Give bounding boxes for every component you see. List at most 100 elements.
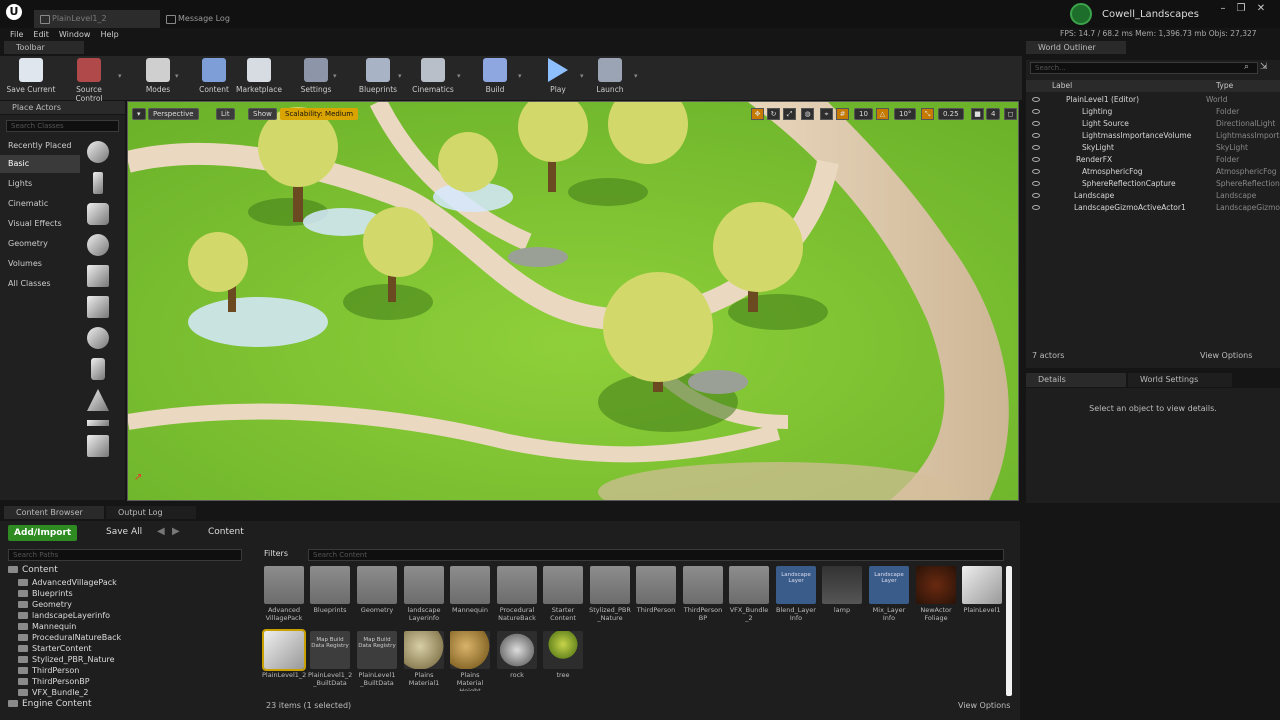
- tab-output-log[interactable]: Output Log: [106, 506, 196, 519]
- content-view-options[interactable]: View Options: [958, 701, 1010, 710]
- category-all-classes[interactable]: All Classes: [0, 275, 80, 293]
- menu-window[interactable]: Window: [59, 30, 91, 39]
- outliner-row[interactable]: RenderFX Folder: [1026, 154, 1280, 166]
- asset-tile-selected[interactable]: PlainLevel1_2: [262, 629, 306, 691]
- launch-button[interactable]: Launch: [583, 56, 637, 94]
- outliner-search-input[interactable]: Search...: [1030, 62, 1258, 74]
- viewport-options-icon[interactable]: ▾: [132, 108, 146, 120]
- tree-item[interactable]: ProceduralNatureBack: [4, 632, 249, 643]
- modes-dropdown-icon[interactable]: ▾: [175, 72, 179, 80]
- add-import-button[interactable]: Add/Import: [8, 525, 78, 541]
- asset-tile[interactable]: Procedural NatureBack: [495, 566, 539, 626]
- tree-item[interactable]: landscapeLayerinfo: [4, 610, 249, 621]
- category-volumes[interactable]: Volumes: [0, 255, 80, 273]
- category-visual-effects[interactable]: Visual Effects: [0, 215, 80, 233]
- pawn-actor-icon[interactable]: [87, 203, 109, 225]
- visibility-eye-icon[interactable]: [1032, 121, 1040, 126]
- lit-button[interactable]: Lit: [216, 108, 235, 120]
- box-trigger-icon[interactable]: [87, 435, 109, 457]
- maximize-button[interactable]: ❐: [1234, 3, 1248, 15]
- landscape-scene[interactable]: ↗: [128, 102, 1019, 501]
- tree-item[interactable]: ThirdPerson: [4, 665, 249, 676]
- minimize-button[interactable]: –: [1216, 3, 1230, 15]
- tree-item[interactable]: Stylized_PBR_Nature: [4, 654, 249, 665]
- close-button[interactable]: ✕: [1254, 3, 1268, 15]
- asset-tile[interactable]: Landscape Layer Mix_Layer Info: [867, 566, 911, 626]
- breadcrumb-content[interactable]: Content: [208, 527, 244, 537]
- search-content-input[interactable]: Search Content: [308, 549, 1004, 561]
- asset-tile[interactable]: lamp: [820, 566, 864, 626]
- tree-item[interactable]: Geometry: [4, 599, 249, 610]
- cinematics-dropdown-icon[interactable]: ▾: [457, 72, 461, 80]
- tree-item[interactable]: StarterContent: [4, 643, 249, 654]
- outliner-row[interactable]: Light Source DirectionalLight: [1026, 118, 1280, 130]
- source-control-dropdown-icon[interactable]: ▾: [118, 72, 122, 80]
- asset-tile[interactable]: Stylized_PBR _Nature: [588, 566, 632, 626]
- visibility-eye-icon[interactable]: [1032, 193, 1040, 198]
- visibility-eye-icon[interactable]: [1032, 169, 1040, 174]
- history-forward-icon[interactable]: ▶: [172, 526, 180, 537]
- visibility-eye-icon[interactable]: [1032, 97, 1040, 102]
- sphere-mesh-icon[interactable]: [87, 327, 109, 349]
- grid-size-value[interactable]: 10: [854, 108, 873, 120]
- asset-tile[interactable]: Plains Material Height: [448, 631, 492, 691]
- surface-snap-icon[interactable]: ⌖: [820, 108, 833, 120]
- category-lights[interactable]: Lights: [0, 175, 80, 193]
- asset-tile[interactable]: landscape Layerinfo: [402, 566, 446, 626]
- asset-tile[interactable]: ThirdPerson BP: [681, 566, 725, 626]
- sphere-actor-icon[interactable]: [87, 141, 109, 163]
- player-start-icon[interactable]: [87, 265, 109, 287]
- outliner-row[interactable]: AtmosphericFog AtmosphericFog: [1026, 166, 1280, 178]
- asset-tile[interactable]: Map Build Data Registry PlainLevel1 _Buil…: [355, 631, 399, 691]
- tab-level[interactable]: PlainLevel1_2: [34, 10, 160, 28]
- tab-details[interactable]: Details: [1026, 373, 1126, 387]
- asset-tile[interactable]: ThirdPerson: [634, 566, 678, 626]
- place-actors-tab[interactable]: Place Actors: [0, 101, 125, 114]
- visibility-eye-icon[interactable]: [1032, 145, 1040, 150]
- blueprints-dropdown-icon[interactable]: ▾: [398, 72, 402, 80]
- history-back-icon[interactable]: ◀: [157, 526, 165, 537]
- outliner-row[interactable]: SphereReflectionCapture SphereReflectionC: [1026, 178, 1280, 190]
- asset-tile[interactable]: Landscape Layer Blend_Layer Info: [774, 566, 818, 626]
- asset-scrollbar[interactable]: [1006, 566, 1012, 696]
- world-local-icon[interactable]: ◍: [801, 108, 814, 120]
- translate-icon[interactable]: ↻: [767, 108, 780, 120]
- save-all-button[interactable]: Save All: [106, 527, 142, 537]
- level-viewport[interactable]: ↗ ▾ Perspective Lit Show Scalability: Me…: [127, 101, 1019, 501]
- visibility-eye-icon[interactable]: [1032, 133, 1040, 138]
- settings-dropdown-icon[interactable]: ▾: [333, 72, 337, 80]
- launch-dropdown-icon[interactable]: ▾: [634, 72, 638, 80]
- select-mode-icon[interactable]: ✥: [751, 108, 764, 120]
- asset-tile[interactable]: Geometry: [355, 566, 399, 626]
- outliner-row[interactable]: SkyLight SkyLight: [1026, 142, 1280, 154]
- menu-edit[interactable]: Edit: [33, 30, 49, 39]
- visibility-eye-icon[interactable]: [1032, 181, 1040, 186]
- cinematics-button[interactable]: Cinematics: [406, 56, 460, 94]
- camera-speed-icon[interactable]: ■: [971, 108, 984, 120]
- search-paths-input[interactable]: Search Paths: [8, 549, 242, 561]
- category-cinematic[interactable]: Cinematic: [0, 195, 80, 213]
- tree-item[interactable]: AdvancedVillagePack: [4, 577, 249, 588]
- rotation-snap-value[interactable]: 10°: [894, 108, 917, 120]
- play-button[interactable]: Play: [531, 56, 585, 94]
- camera-speed-value[interactable]: 4: [986, 108, 1001, 120]
- grid-snap-icon[interactable]: #: [836, 108, 849, 120]
- category-basic[interactable]: Basic: [0, 155, 80, 173]
- asset-tile[interactable]: NewActor Foliage: [914, 566, 958, 626]
- perspective-button[interactable]: Perspective: [148, 108, 199, 120]
- scalability-warning[interactable]: Scalability: Medium: [280, 108, 359, 120]
- tab-world-settings[interactable]: World Settings: [1128, 373, 1232, 387]
- build-button[interactable]: Build: [468, 56, 522, 94]
- source-control-button[interactable]: Source Control: [62, 56, 116, 103]
- asset-tile[interactable]: rock: [495, 631, 539, 691]
- column-label[interactable]: Label: [1052, 81, 1072, 90]
- asset-tile[interactable]: Advanced VillagePack: [262, 566, 306, 626]
- tree-item[interactable]: Blueprints: [4, 588, 249, 599]
- scale-icon[interactable]: ⤢: [783, 108, 796, 120]
- asset-tile[interactable]: Map Build Data Registry PlainLevel1_2 _Bu…: [308, 631, 352, 691]
- visibility-eye-icon[interactable]: [1032, 109, 1040, 114]
- asset-tile[interactable]: Starter Content: [541, 566, 585, 626]
- character-actor-icon[interactable]: [93, 172, 103, 194]
- outliner-row[interactable]: Lighting Folder: [1026, 106, 1280, 118]
- menu-file[interactable]: File: [10, 30, 23, 39]
